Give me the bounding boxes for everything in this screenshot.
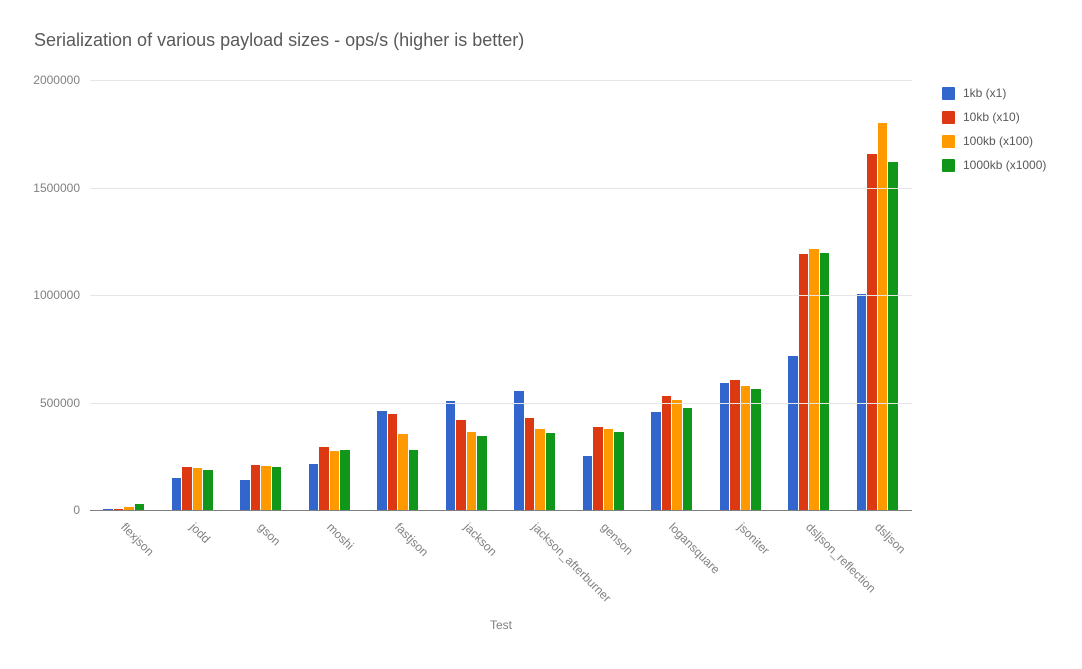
bar xyxy=(878,123,888,510)
bar xyxy=(240,480,250,510)
bar xyxy=(388,414,398,510)
bar xyxy=(330,451,340,510)
gridline xyxy=(90,188,912,189)
bar xyxy=(319,447,329,510)
legend-item: 1000kb (x1000) xyxy=(942,158,1046,172)
bar xyxy=(467,432,477,510)
y-tick-label: 2000000 xyxy=(33,73,90,87)
legend-swatch xyxy=(942,111,955,124)
bar xyxy=(456,420,466,510)
bar xyxy=(409,450,419,510)
chart-container: Serialization of various payload sizes -… xyxy=(0,0,1082,669)
x-tick-label: dsljson_reflection xyxy=(803,520,878,595)
baseline xyxy=(90,510,912,511)
y-tick-label: 0 xyxy=(73,503,90,517)
bar xyxy=(593,427,603,510)
legend-item: 100kb (x100) xyxy=(942,134,1046,148)
legend-swatch xyxy=(942,87,955,100)
bar xyxy=(614,432,624,510)
bar xyxy=(867,154,877,510)
y-tick-label: 500000 xyxy=(40,396,90,410)
x-tick-label: gson xyxy=(255,520,283,548)
bar xyxy=(446,401,456,510)
bar xyxy=(799,254,809,510)
legend-label: 100kb (x100) xyxy=(963,134,1033,148)
legend-item: 1kb (x1) xyxy=(942,86,1046,100)
bar xyxy=(514,391,524,510)
bar xyxy=(398,434,408,510)
x-tick-label: moshi xyxy=(324,520,357,553)
x-tick-label: fastjson xyxy=(392,520,431,559)
bar xyxy=(309,464,319,510)
bar xyxy=(788,356,798,510)
bar xyxy=(272,467,282,510)
legend-swatch xyxy=(942,135,955,148)
chart-title: Serialization of various payload sizes -… xyxy=(34,30,524,51)
bar xyxy=(583,456,593,510)
legend: 1kb (x1) 10kb (x10) 100kb (x100) 1000kb (x1… xyxy=(942,86,1046,182)
bar xyxy=(741,386,751,510)
bar xyxy=(193,468,203,510)
legend-label: 1000kb (x1000) xyxy=(963,158,1046,172)
plot-area: 0500000100000015000002000000flexjsonjodd… xyxy=(90,80,912,510)
bar xyxy=(672,400,682,510)
bar xyxy=(377,411,387,510)
x-axis-title: Test xyxy=(90,618,912,632)
bar xyxy=(525,418,535,510)
bar xyxy=(203,470,213,510)
bar xyxy=(683,408,693,510)
x-tick-label: dsljson xyxy=(872,520,908,556)
gridline xyxy=(90,295,912,296)
bar xyxy=(535,429,545,510)
bar xyxy=(251,465,261,510)
x-tick-label: logansquare xyxy=(666,520,723,577)
bar xyxy=(651,412,661,510)
bar xyxy=(261,466,271,510)
bar xyxy=(546,433,556,510)
legend-item: 10kb (x10) xyxy=(942,110,1046,124)
y-tick-label: 1500000 xyxy=(33,181,90,195)
gridline xyxy=(90,403,912,404)
bar xyxy=(730,380,740,510)
bar xyxy=(820,253,830,510)
x-tick-label: genson xyxy=(598,520,636,558)
bar xyxy=(662,396,672,510)
x-tick-label: jsoniter xyxy=(735,520,772,557)
bar xyxy=(604,429,614,510)
gridline xyxy=(90,80,912,81)
bar xyxy=(182,467,192,510)
bar xyxy=(809,249,819,510)
bar xyxy=(751,389,761,510)
x-tick-label: jodd xyxy=(187,520,213,546)
bar xyxy=(172,478,182,510)
legend-label: 10kb (x10) xyxy=(963,110,1020,124)
x-tick-label: flexjson xyxy=(118,520,157,559)
bar xyxy=(888,162,898,510)
x-tick-label: jackson xyxy=(461,520,500,559)
legend-label: 1kb (x1) xyxy=(963,86,1006,100)
bar xyxy=(477,436,487,510)
legend-swatch xyxy=(942,159,955,172)
y-tick-label: 1000000 xyxy=(33,288,90,302)
bar xyxy=(340,450,350,510)
